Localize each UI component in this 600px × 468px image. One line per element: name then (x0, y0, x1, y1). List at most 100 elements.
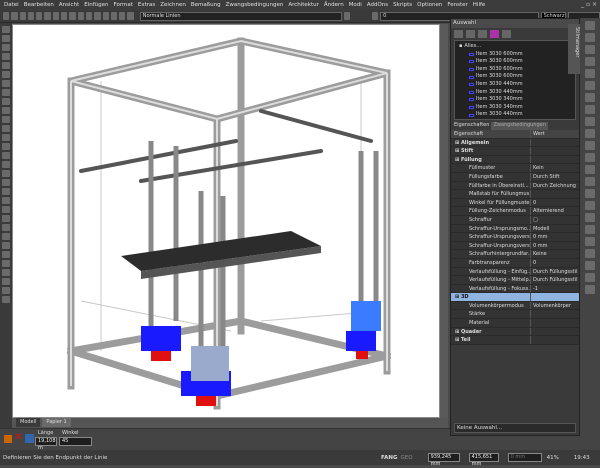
property-row[interactable]: Winkel für Füllungmuster 0 (451, 198, 579, 208)
extend-icon[interactable] (585, 141, 595, 150)
extrude-icon[interactable] (2, 251, 10, 258)
tree-item[interactable]: Item 3030 600mm (457, 51, 573, 59)
trim-icon[interactable] (2, 143, 10, 150)
tree-item[interactable]: Item 3030 600mm (457, 66, 573, 74)
break-icon[interactable] (585, 153, 595, 162)
selection-tree[interactable]: ▪ Alles... Item 3030 600mm Item 3030 600mm… (454, 40, 576, 120)
rectangle-icon[interactable] (2, 71, 10, 78)
select-icon[interactable] (2, 26, 10, 33)
select-icon[interactable] (490, 30, 499, 38)
tab-zwangsbedingungen[interactable]: Zwangsbedingungen (491, 122, 548, 130)
union-icon[interactable] (2, 260, 10, 267)
sphere-icon[interactable] (2, 242, 10, 249)
property-category[interactable]: ⊞ Füllung (451, 155, 579, 165)
property-row[interactable]: Stärke (451, 310, 579, 320)
mirror-icon[interactable] (585, 93, 595, 102)
fillet-icon[interactable] (2, 170, 10, 177)
property-category[interactable]: ⊞ Teil (451, 336, 579, 345)
table-icon[interactable] (25, 434, 34, 443)
layer-icon[interactable] (119, 12, 126, 20)
match-icon[interactable] (585, 285, 595, 294)
property-row[interactable]: Verlaufsfüllung - Einfüg... Durch Füllung… (451, 267, 579, 277)
menu-8[interactable]: Zwangsbedingungen (226, 2, 284, 8)
scale-icon[interactable] (585, 69, 595, 78)
3d-box-icon[interactable] (2, 224, 10, 231)
property-row[interactable]: Maßstab für Füllungmus... (451, 190, 579, 199)
line-icon[interactable] (2, 35, 10, 42)
property-row[interactable]: Schraffurhintergrundfar... Keine (451, 250, 579, 259)
redo-icon[interactable] (77, 12, 84, 20)
tab-modell[interactable]: Modell (16, 418, 41, 427)
edit-icon[interactable] (585, 261, 595, 270)
undo-icon[interactable] (69, 12, 76, 20)
window-controls[interactable]: _ ▫ × (581, 1, 597, 8)
property-row[interactable]: Verlaufsfüllung - Mittelp... Durch Füllun… (451, 276, 579, 285)
zoom-out-icon[interactable] (94, 12, 101, 20)
property-row[interactable]: Schraffur-Ursprungsmo... Modell (451, 224, 579, 234)
join-icon[interactable] (585, 165, 595, 174)
print-icon[interactable] (27, 12, 35, 20)
property-row[interactable]: Farbtransparenz 0 (451, 258, 579, 268)
new-file-icon[interactable] (3, 12, 10, 20)
tree-root[interactable]: ▪ Alles... (457, 43, 573, 51)
chamfer-icon[interactable] (585, 189, 595, 198)
polyline-icon[interactable] (2, 62, 10, 69)
menu-3[interactable]: Einfügen (84, 2, 108, 8)
side-tab-stilmanager[interactable]: Stilmanager (568, 24, 580, 74)
arc-icon[interactable] (2, 53, 10, 60)
linetype-select[interactable]: Normale Linien (139, 11, 342, 21)
property-category[interactable]: ⊞ Allgemein (451, 138, 579, 148)
stretch-icon[interactable] (585, 81, 595, 90)
mirror-icon[interactable] (2, 134, 10, 141)
boolean-icon[interactable] (585, 249, 595, 258)
3d-cylinder-icon[interactable] (2, 233, 10, 240)
menu-1[interactable]: Bearbeiten (24, 2, 54, 8)
layer-settings-icon[interactable] (371, 12, 379, 20)
print-preview-icon[interactable] (36, 12, 43, 20)
property-row[interactable]: Schraffur-Ursprungsvers... 0 mm (451, 241, 579, 251)
text-icon[interactable] (585, 213, 595, 222)
menu-15[interactable]: Fenster (447, 2, 467, 8)
menu-0[interactable]: Datei (4, 2, 19, 8)
chamfer-icon[interactable] (2, 179, 10, 186)
intersect-icon[interactable] (2, 278, 10, 285)
point-icon[interactable] (585, 225, 595, 234)
scale-icon[interactable] (2, 125, 10, 132)
z-coordinate[interactable]: 0 mm (507, 453, 542, 462)
erase-icon[interactable] (585, 21, 595, 30)
block-icon[interactable] (127, 12, 134, 20)
settings-icon[interactable] (2, 296, 10, 303)
menu-9[interactable]: Architektur (288, 2, 319, 8)
move-icon[interactable] (585, 45, 595, 54)
properties-icon[interactable] (585, 273, 595, 282)
snap-icon[interactable] (4, 435, 12, 443)
grid-icon[interactable] (110, 12, 118, 20)
tree-item[interactable]: Item 3030 340mm (457, 96, 573, 104)
copy-icon[interactable] (585, 33, 595, 42)
menu-10[interactable]: Ändern (324, 2, 344, 8)
menu-7[interactable]: Bemaßung (191, 2, 221, 8)
trim-icon[interactable] (585, 129, 595, 138)
x-coordinate[interactable]: 939,245 mm (427, 453, 460, 467)
menu-5[interactable]: Extras (138, 2, 155, 8)
property-row[interactable]: Füllungsfarbe Durch Stift (451, 172, 579, 182)
cut-icon[interactable] (44, 12, 51, 20)
angle-input[interactable]: 45 (59, 437, 92, 446)
tree-item[interactable]: Item 3030 600mm (457, 73, 573, 81)
tree-item[interactable]: Item 3030 440mm (457, 89, 573, 97)
move-icon[interactable] (2, 107, 10, 114)
menu-2[interactable]: Ansicht (59, 2, 79, 8)
help-icon[interactable] (343, 12, 350, 20)
subtract-icon[interactable] (2, 269, 10, 276)
property-category[interactable]: ⊞ Stift (451, 147, 579, 156)
menu-14[interactable]: Optionen (417, 2, 442, 8)
plug-icon[interactable] (478, 30, 487, 38)
property-category[interactable]: ⊞ Quader (451, 327, 579, 337)
property-row[interactable]: Schraffur-Ursprungsvers... 0 mm (451, 233, 579, 242)
menu-6[interactable]: Zeichnen (160, 2, 186, 8)
hatch-icon[interactable] (2, 89, 10, 96)
save-icon[interactable] (19, 12, 26, 20)
menu-4[interactable]: Format (114, 2, 133, 8)
copy-icon[interactable] (52, 12, 60, 20)
explode-icon[interactable] (585, 201, 595, 210)
